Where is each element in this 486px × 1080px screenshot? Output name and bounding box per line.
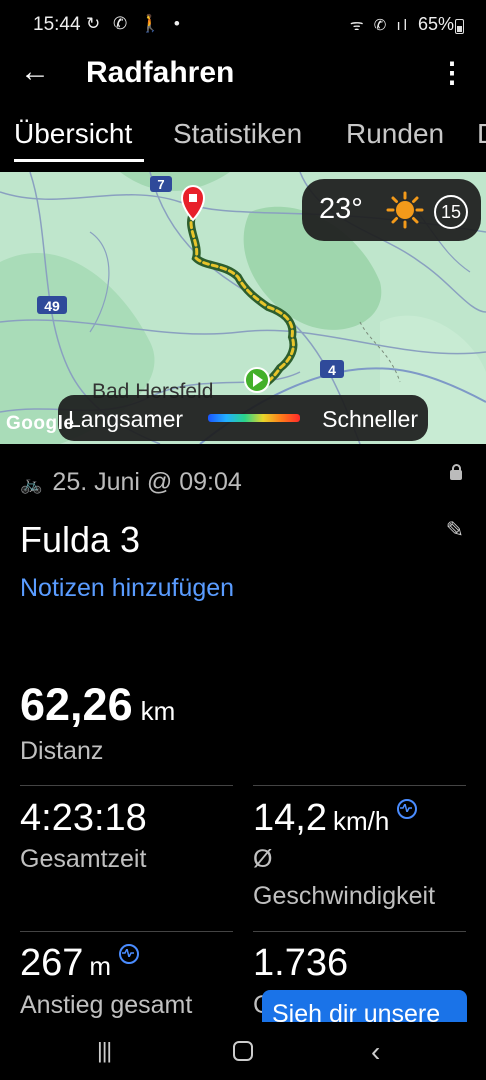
lock-icon[interactable] <box>450 464 462 480</box>
legend-fast-label: Schneller <box>322 406 418 432</box>
sun-icon <box>386 191 424 229</box>
ascent-label: Anstieg gesamt <box>20 991 193 1019</box>
distance-unit: km <box>140 696 176 726</box>
divider <box>20 785 233 786</box>
battery-icon <box>455 19 464 34</box>
tab-laps[interactable]: Runden <box>346 118 444 150</box>
activity-date: 25. Juni @ 09:04 <box>52 468 242 496</box>
ascent-unit: m <box>89 951 112 981</box>
back-arrow-icon[interactable]: ← <box>20 55 50 89</box>
bike-icon: 🚲 <box>20 474 43 494</box>
avg-speed-unit: km/h <box>332 806 390 836</box>
road-shield-7: 7 <box>157 177 164 192</box>
distance-label: Distanz <box>20 737 104 765</box>
ascent-value: 267 <box>20 942 84 984</box>
divider <box>253 785 466 786</box>
avg-speed-symbol: Ø <box>253 845 273 873</box>
avg-speed-label: Geschwindigkeit <box>253 882 436 910</box>
weather-temperature: 23° <box>319 193 363 225</box>
wind-speed-icon: 15 <box>434 195 468 229</box>
tab-statistics[interactable]: Statistiken <box>173 118 302 150</box>
weather-badge: 23° 15 <box>302 179 481 241</box>
total-time-label: Gesamtzeit <box>20 845 147 873</box>
add-notes-link[interactable]: Notizen hinzufügen <box>20 574 234 603</box>
edit-pencil-icon[interactable]: ✎ <box>446 517 464 543</box>
avg-speed-stat: 14,2 km/h <box>253 797 418 840</box>
pulse-chart-icon[interactable] <box>397 799 418 819</box>
status-time: 15:44 <box>33 14 81 35</box>
page-title: Radfahren <box>86 56 235 89</box>
status-notification-icons: ↻ ✆ 🚶 • <box>86 14 184 33</box>
more-options-icon[interactable]: ⋮ <box>438 56 466 89</box>
activity-title: Fulda 3 <box>20 519 141 560</box>
divider <box>253 931 466 932</box>
status-signal-icons: ᯤ ✆ ıl <box>349 17 410 34</box>
distance-stat: 62,26 km <box>20 679 175 731</box>
legend-slow-label: Langsamer <box>68 406 184 432</box>
speed-legend: Langsamer Schneller <box>58 395 428 441</box>
distance-value: 62,26 <box>20 679 133 730</box>
status-bar: 15:44 ↻ ✆ 🚶 • ᯤ ✆ ıl 65% <box>0 0 486 52</box>
ascent-stat: 267 m <box>20 942 140 985</box>
total-time-value: 4:23:18 <box>20 797 147 839</box>
road-shield-49: 49 <box>44 298 60 314</box>
active-tab-indicator <box>14 159 144 162</box>
tab-overview[interactable]: Übersicht <box>14 118 132 150</box>
calories-value: 1.736 <box>253 942 349 984</box>
google-logo: Google <box>6 413 75 434</box>
speed-gradient-bar <box>208 414 300 422</box>
home-icon[interactable] <box>233 1041 253 1061</box>
pulse-chart-icon[interactable] <box>119 944 140 964</box>
route-start-marker <box>244 367 270 393</box>
tab-more[interactable]: D <box>477 118 486 150</box>
back-nav-icon[interactable]: ‹ <box>371 1036 380 1068</box>
activity-date-row: 🚲 25. Juni @ 09:04 <box>20 468 242 497</box>
road-shield-4: 4 <box>328 362 336 378</box>
recent-apps-icon[interactable]: ||| <box>97 1038 112 1064</box>
battery-percent: 65% <box>417 14 454 34</box>
divider <box>20 931 233 932</box>
avg-speed-value: 14,2 <box>253 797 327 839</box>
